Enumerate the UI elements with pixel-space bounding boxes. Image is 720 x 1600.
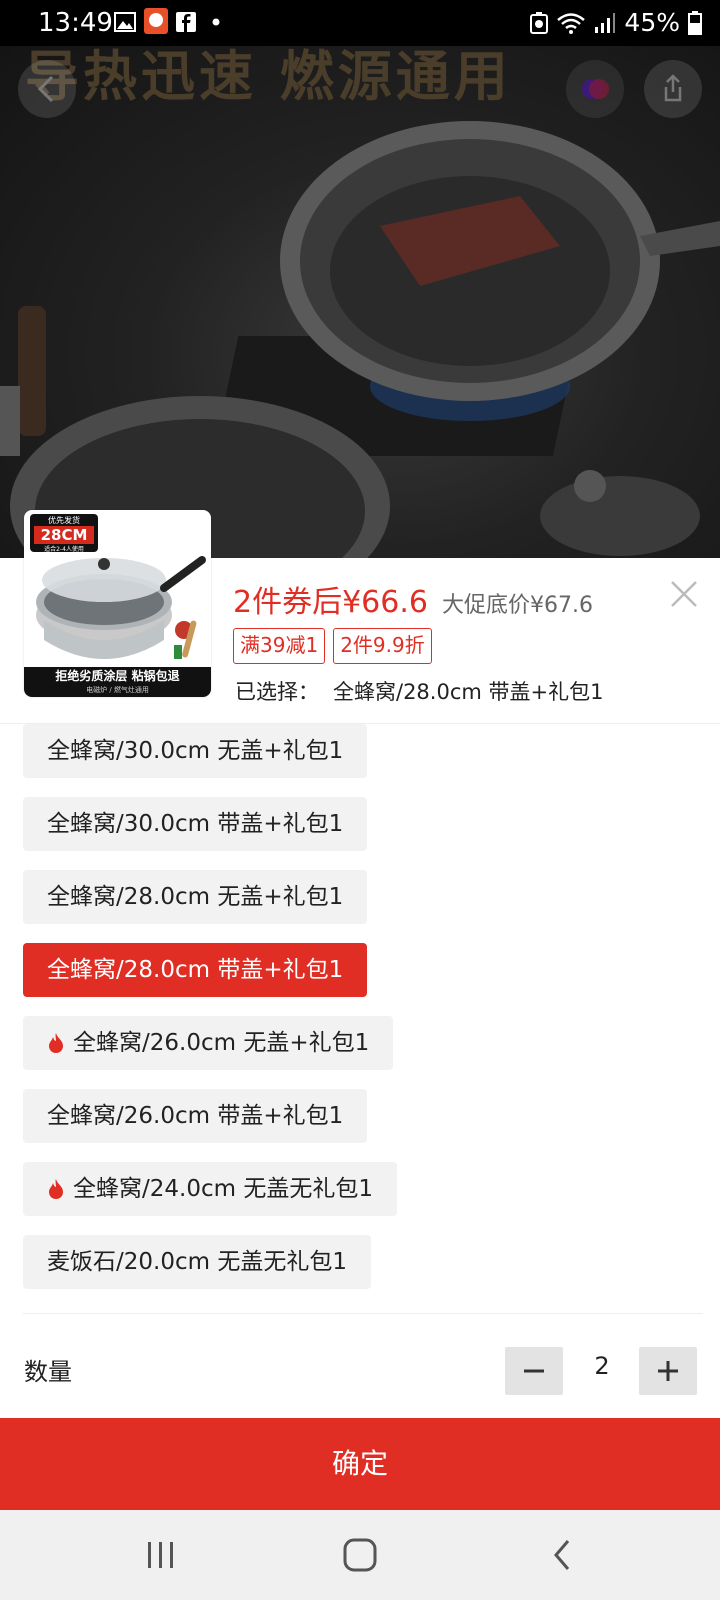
promo-price: 大促底价¥67.6 — [441, 593, 593, 618]
sku-option[interactable]: 全蜂窝/30.0cm 带盖+礼包1 — [23, 797, 368, 851]
share-icon — [664, 74, 682, 102]
thumb-tag-sub: 适合2-4人使用 — [44, 546, 84, 553]
sku-option[interactable]: 全蜂窝/24.0cm 无盖无礼包1 — [23, 1162, 397, 1216]
quantity-decrease-button[interactable] — [505, 1347, 563, 1395]
selected-label: 已选择： — [235, 680, 319, 704]
plus-icon — [658, 1361, 678, 1381]
chevron-left-icon — [37, 75, 54, 103]
back-button[interactable] — [18, 60, 76, 118]
thumb-footer-sub: 电磁炉 / 燃气灶通用 — [86, 686, 149, 694]
home-icon[interactable] — [337, 1532, 383, 1578]
coupon-price: 2件券后¥66.6 — [233, 585, 428, 620]
thumb-size-tag: 优先发货 28CM 适合2-4人使用 — [30, 514, 98, 553]
quantity-value[interactable]: 2 — [574, 1352, 630, 1380]
close-icon[interactable] — [668, 578, 700, 610]
app-icon — [144, 8, 168, 34]
selected-summary: 已选择： 全蜂窝/28.0cm 带盖+礼包1 — [235, 676, 603, 706]
battery-percent: 45% — [624, 8, 680, 37]
thumb-tag-size: 28CM — [34, 526, 94, 544]
sku-option[interactable]: 全蜂窝/28.0cm 无盖+礼包1 — [23, 870, 368, 924]
quantity-increase-button[interactable] — [639, 1347, 697, 1395]
product-thumbnail[interactable]: 优先发货 28CM 适合2-4人使用 拒绝劣质涂层 粘锅包退 电磁炉 / 燃气灶… — [24, 510, 211, 697]
sku-option[interactable]: 全蜂窝/26.0cm 带盖+礼包1 — [23, 1089, 368, 1143]
signal-icon — [595, 13, 616, 33]
thumb-footer: 拒绝劣质涂层 粘锅包退 电磁炉 / 燃气灶通用 — [24, 667, 211, 697]
hero-app-badge[interactable] — [566, 60, 624, 118]
facebook-icon — [176, 12, 196, 32]
price-line: 2件券后¥66.6 大促底价¥67.6 — [233, 577, 593, 620]
sku-option-selected[interactable]: 全蜂窝/28.0cm 带盖+礼包1 — [23, 943, 368, 997]
coupon-badge: 2件9.9折 — [333, 628, 432, 664]
hot-flame-icon — [49, 1033, 63, 1053]
system-nav-bar — [0, 1510, 720, 1600]
sku-option-label: 麦饭石/20.0cm 无盖无礼包1 — [47, 1249, 347, 1275]
back-nav-icon[interactable] — [540, 1532, 586, 1578]
sku-option-label: 全蜂窝/26.0cm 无盖+礼包1 — [73, 1030, 370, 1056]
sku-option-label: 全蜂窝/30.0cm 无盖+礼包1 — [47, 738, 344, 764]
sku-option-label: 全蜂窝/30.0cm 带盖+礼包1 — [47, 811, 344, 837]
status-time: 13:49 — [38, 8, 113, 38]
pan-image — [0, 121, 720, 558]
wifi-icon — [557, 13, 586, 34]
selected-value: 全蜂窝/28.0cm 带盖+礼包1 — [333, 680, 604, 704]
sku-option[interactable]: 全蜂窝/30.0cm 无盖+礼包1 — [23, 724, 368, 778]
product-image[interactable]: 导热迅速 燃源通用 — [0, 46, 720, 558]
recycle-icon — [530, 12, 549, 34]
battery-icon — [688, 11, 702, 35]
quantity-label: 数量 — [24, 1358, 72, 1386]
status-bar: 13:49 45% — [0, 0, 720, 46]
hot-flame-icon — [49, 1179, 63, 1199]
dot-icon — [212, 18, 220, 26]
share-button[interactable] — [644, 60, 702, 118]
status-right: 45% — [530, 8, 702, 38]
coupon-row: 满39减1 2件9.9折 — [233, 628, 432, 664]
minus-icon — [524, 1369, 544, 1373]
coupon-badge: 满39减1 — [233, 628, 326, 664]
sku-option[interactable]: 全蜂窝/26.0cm 无盖+礼包1 — [23, 1016, 394, 1070]
sku-option-label: 全蜂窝/26.0cm 带盖+礼包1 — [47, 1103, 344, 1129]
options-divider — [23, 1313, 703, 1314]
sku-option-label: 全蜂窝/28.0cm 无盖+礼包1 — [47, 884, 344, 910]
thumb-tag-top: 优先发货 — [48, 516, 80, 525]
sku-option-label: 全蜂窝/24.0cm 无盖无礼包1 — [73, 1176, 373, 1202]
thumb-footer-main: 拒绝劣质涂层 粘锅包退 — [55, 669, 180, 683]
recent-apps-icon[interactable] — [138, 1532, 184, 1578]
sku-option-label: 全蜂窝/28.0cm 带盖+礼包1 — [47, 957, 344, 983]
confirm-button[interactable]: 确定 — [0, 1418, 720, 1510]
image-icon — [114, 12, 136, 32]
brand-icon — [582, 79, 609, 99]
sku-option[interactable]: 麦饭石/20.0cm 无盖无礼包1 — [23, 1235, 371, 1289]
